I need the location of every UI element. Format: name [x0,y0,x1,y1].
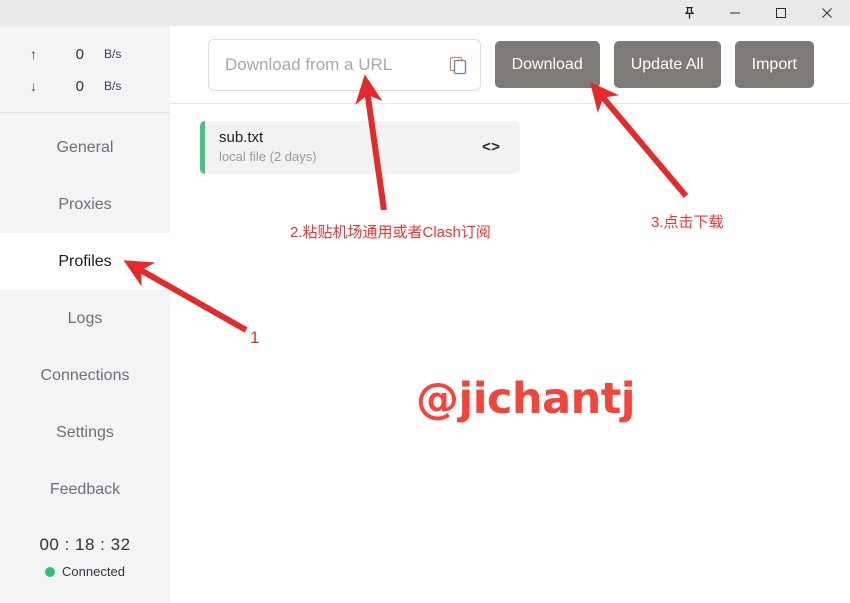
toolbar: Download Update All Import [170,26,850,103]
update-all-button[interactable]: Update All [613,41,721,88]
sidebar-item-general[interactable]: General [0,119,170,176]
sidebar-nav: General Proxies Profiles Logs Connection… [0,119,170,535]
status-badge: Connected [0,564,170,579]
profile-accent-bar [200,121,205,174]
profile-title: sub.txt [219,129,264,147]
url-input[interactable] [208,38,481,91]
url-input-wrapper [208,38,481,91]
profile-subtitle: local file (2 days) [219,148,317,164]
main-panel: Download Update All Import sub.txt local… [170,26,850,603]
pin-icon[interactable] [666,0,712,26]
download-speed-row: ↓ 0 B/s [0,70,170,102]
sidebar-item-label: Logs [67,309,103,327]
copy-icon[interactable] [448,55,468,75]
sidebar-item-label: General [56,138,114,156]
title-bar [0,0,850,26]
download-speed-unit: B/s [104,79,122,93]
upload-speed-value: 0 [75,45,84,63]
sidebar-item-connections[interactable]: Connections [0,347,170,404]
sidebar: ↑ 0 B/s ↓ 0 B/s General Proxies Profiles [0,26,170,603]
status-dot-icon [45,566,56,577]
profile-card[interactable]: sub.txt local file (2 days) <> [200,121,520,174]
upload-speed-unit: B/s [104,47,122,61]
connection-status: 00 : 18 : 32 Connected [0,535,170,603]
close-button[interactable] [804,0,850,26]
upload-speed-row: ↑ 0 B/s [0,38,170,70]
sidebar-item-settings[interactable]: Settings [0,404,170,461]
status-label: Connected [62,564,125,579]
code-icon[interactable]: <> [482,139,500,156]
sidebar-item-label: Connections [40,366,130,384]
sidebar-item-feedback[interactable]: Feedback [0,461,170,518]
upload-arrow-icon: ↑ [30,46,37,62]
minimize-button[interactable] [712,0,758,26]
profile-card-text: sub.txt local file (2 days) [200,129,317,166]
traffic-stats: ↑ 0 B/s ↓ 0 B/s [0,26,170,112]
profiles-list: sub.txt local file (2 days) <> [170,104,850,603]
import-button[interactable]: Import [734,41,814,88]
sidebar-item-proxies[interactable]: Proxies [0,176,170,233]
sidebar-item-profiles[interactable]: Profiles [0,233,170,290]
download-arrow-icon: ↓ [30,78,37,94]
uptime-timer: 00 : 18 : 32 [39,535,131,554]
app-window: ↑ 0 B/s ↓ 0 B/s General Proxies Profiles [0,0,850,603]
sidebar-item-label: Proxies [58,195,112,213]
sidebar-item-label: Feedback [49,480,121,498]
sidebar-item-label: Settings [56,423,114,441]
sidebar-item-logs[interactable]: Logs [0,290,170,347]
sidebar-divider [0,112,170,113]
maximize-button[interactable] [758,0,804,26]
download-button[interactable]: Download [494,41,600,88]
download-speed-value: 0 [75,77,84,95]
sidebar-item-label: Profiles [58,252,112,270]
